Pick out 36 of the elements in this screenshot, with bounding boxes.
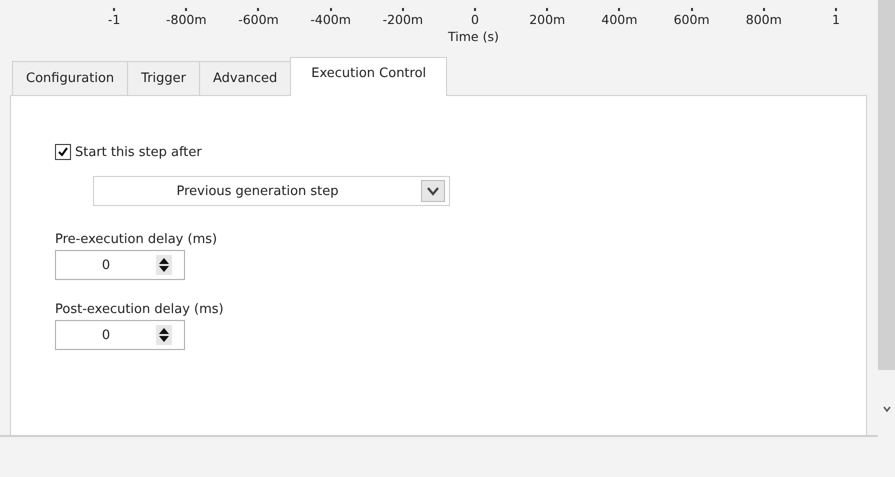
tick-mark xyxy=(257,8,260,11)
axis-tick-label: 400m xyxy=(601,12,638,27)
axis-tick-label: 600m xyxy=(674,12,710,27)
tick-mark xyxy=(546,8,548,11)
tick-mark xyxy=(330,8,332,11)
axis-tick-label: -800m xyxy=(166,12,207,27)
checkbox-label: Start this step after xyxy=(75,144,202,160)
checkbox[interactable] xyxy=(55,144,71,160)
spinner-arrows-icon[interactable] xyxy=(156,325,172,345)
axis-tick-label: -1 xyxy=(108,12,120,27)
tick-mark xyxy=(185,8,188,11)
axis-tick-label: 1 xyxy=(832,12,840,27)
spin-box[interactable]: 0 xyxy=(55,320,185,350)
tab[interactable]: Configuration xyxy=(12,61,128,95)
field-label: Post-execution delay (ms) xyxy=(55,302,224,317)
tick-mark xyxy=(690,8,693,11)
axis-tick-label: 800m xyxy=(746,12,782,27)
tick-mark xyxy=(402,8,404,11)
spin-box[interactable]: 0 xyxy=(55,250,185,280)
tab[interactable]: Execution Control xyxy=(290,57,448,96)
axis-tick-label: -400m xyxy=(310,12,351,27)
tick-mark xyxy=(113,8,116,11)
dropdown[interactable]: Previous generation step xyxy=(93,176,450,206)
axis-title: Time (s) xyxy=(448,29,500,44)
tick-mark xyxy=(834,8,837,11)
axis-tick-label: -200m xyxy=(382,12,424,27)
tick-mark xyxy=(474,8,476,11)
tick-mark xyxy=(762,8,765,11)
chevron-down-icon xyxy=(421,180,445,202)
axis-tick-label: 0 xyxy=(471,12,479,27)
field-label: Pre-execution delay (ms) xyxy=(55,232,218,247)
chevron-down-icon[interactable] xyxy=(882,406,890,412)
spinner-arrows-icon[interactable] xyxy=(156,255,172,275)
axis-tick-label: -600m xyxy=(238,12,279,27)
axis-tick-label: 200m xyxy=(529,12,566,27)
tick-mark xyxy=(618,8,620,11)
